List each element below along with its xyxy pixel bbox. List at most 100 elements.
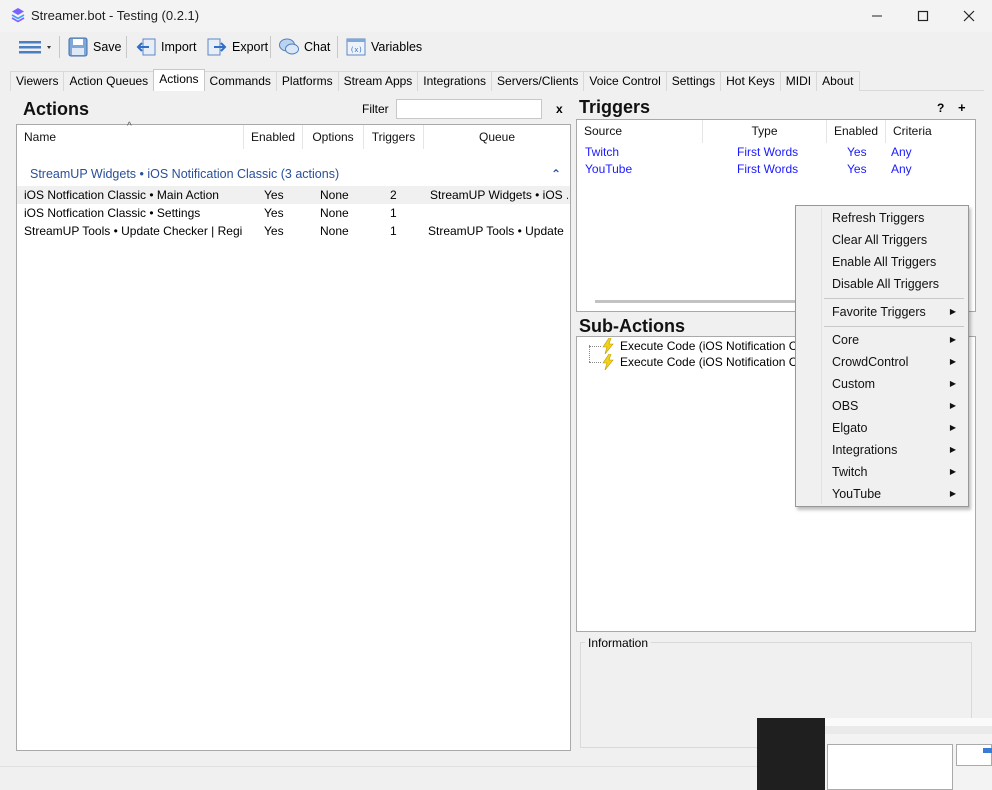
- tab-stream-apps[interactable]: Stream Apps: [337, 71, 419, 91]
- table-row[interactable]: Twitch First Words Yes Any: [577, 144, 975, 161]
- column-triggers[interactable]: Triggers: [364, 125, 424, 149]
- column-enabled[interactable]: Enabled: [244, 125, 303, 149]
- tab-about[interactable]: About: [816, 71, 860, 91]
- menu-item-youtube[interactable]: YouTube ▶: [798, 483, 966, 505]
- column-criteria[interactable]: Criteria: [886, 120, 975, 143]
- menu-item-clear-all-triggers[interactable]: Clear All Triggers: [798, 229, 966, 251]
- menu-item-twitch[interactable]: Twitch ▶: [798, 461, 966, 483]
- menu-item-label: YouTube: [832, 487, 882, 501]
- menu-item-custom[interactable]: Custom ▶: [798, 373, 966, 395]
- tab-hot-keys[interactable]: Hot Keys: [720, 71, 781, 91]
- submenu-arrow-icon: ▶: [949, 489, 956, 498]
- triggers-heading: Triggers: [579, 97, 651, 117]
- column-trigger-enabled[interactable]: Enabled: [827, 120, 886, 143]
- menu-item-label: Integrations: [832, 443, 898, 457]
- menu-item-refresh-triggers[interactable]: Refresh Triggers: [798, 207, 966, 229]
- svg-text:(x): (x): [350, 46, 363, 54]
- action-name: iOS Notfication Classic • Settings: [24, 206, 201, 220]
- tab-servers-clients[interactable]: Servers/Clients: [491, 71, 585, 91]
- column-queue[interactable]: Queue: [424, 125, 570, 149]
- menu-separator: [824, 326, 964, 327]
- export-button[interactable]: Export: [203, 34, 271, 60]
- maximize-button[interactable]: [900, 0, 946, 32]
- menu-item-label: Twitch: [832, 465, 868, 479]
- add-trigger-button[interactable]: +: [958, 100, 966, 115]
- menu-item-enable-all-triggers[interactable]: Enable All Triggers: [798, 251, 966, 273]
- minimize-button[interactable]: [854, 0, 900, 32]
- filter-input[interactable]: [396, 99, 542, 119]
- menu-item-elgato[interactable]: Elgato ▶: [798, 417, 966, 439]
- window-thumbnail-preview[interactable]: [757, 718, 992, 790]
- menu-item-label: Favorite Triggers: [832, 305, 926, 319]
- tab-action-queues[interactable]: Action Queues: [63, 71, 155, 91]
- toolbar-separator: [126, 36, 127, 58]
- close-button[interactable]: [946, 0, 992, 32]
- import-button[interactable]: Import: [132, 34, 199, 60]
- submenu-arrow-icon: ▶: [949, 357, 956, 366]
- save-button[interactable]: Save: [64, 34, 125, 60]
- action-triggers: 1: [390, 224, 397, 238]
- tab-voice-control[interactable]: Voice Control: [583, 71, 667, 91]
- action-enabled: Yes: [264, 224, 284, 238]
- actions-list[interactable]: Name ^ Enabled Options Triggers Queue St…: [16, 121, 571, 751]
- tab-commands[interactable]: Commands: [203, 71, 277, 91]
- table-row[interactable]: StreamUP Tools • Update Checker | Regist…: [17, 222, 570, 240]
- tab-platforms[interactable]: Platforms: [275, 71, 339, 91]
- triggers-context-menu: Refresh Triggers Clear All Triggers Enab…: [795, 205, 969, 507]
- menu-item-label: OBS: [832, 399, 859, 413]
- menu-item-label: Elgato: [832, 421, 868, 435]
- menu-list-icon: [19, 41, 51, 54]
- variables-label: Variables: [371, 40, 423, 54]
- menu-item-crowdcontrol[interactable]: CrowdControl ▶: [798, 351, 966, 373]
- tab-integrations[interactable]: Integrations: [417, 71, 493, 91]
- thumbnail-highlight: [983, 748, 992, 753]
- streamerbot-logo-icon: [11, 8, 25, 23]
- menu-item-label: Core: [832, 333, 860, 347]
- menu-item-disable-all-triggers[interactable]: Disable All Triggers: [798, 273, 966, 295]
- tab-actions[interactable]: Actions: [153, 69, 205, 91]
- action-enabled: Yes: [264, 206, 284, 220]
- window-title: Streamer.bot - Testing (0.2.1): [31, 8, 200, 23]
- table-row[interactable]: iOS Notfication Classic • Main Action Ye…: [17, 186, 570, 204]
- action-queue: StreamUP Tools • Update ...: [428, 224, 568, 238]
- information-label: Information: [585, 636, 652, 650]
- collapse-group-icon[interactable]: ⌃: [551, 167, 561, 181]
- column-options[interactable]: Options: [303, 125, 364, 149]
- tab-viewers[interactable]: Viewers: [10, 71, 65, 91]
- export-label: Export: [232, 40, 269, 54]
- thumbnail-image: [825, 718, 992, 790]
- close-icon: [963, 10, 975, 22]
- sub-action-item[interactable]: Execute Code (iOS Notification Classic: [601, 338, 827, 354]
- menu-item-integrations[interactable]: Integrations ▶: [798, 439, 966, 461]
- column-type[interactable]: Type: [703, 120, 827, 143]
- chat-icon: [279, 38, 299, 55]
- action-group-title[interactable]: StreamUP Widgets • iOS Notification Clas…: [30, 167, 339, 181]
- action-queue: StreamUP Widgets • iOS ...: [430, 188, 568, 202]
- action-options: None: [320, 188, 349, 202]
- lightning-icon: [602, 338, 614, 354]
- table-row[interactable]: YouTube First Words Yes Any: [577, 161, 975, 178]
- table-row[interactable]: iOS Notfication Classic • Settings Yes N…: [17, 204, 570, 222]
- tree-line: [589, 346, 601, 347]
- menu-item-obs[interactable]: OBS ▶: [798, 395, 966, 417]
- variables-button[interactable]: (x) Variables: [342, 34, 425, 60]
- tab-midi[interactable]: MIDI: [779, 71, 818, 91]
- action-enabled: Yes: [264, 188, 284, 202]
- column-source[interactable]: Source: [577, 120, 703, 143]
- menu-item-favorite-triggers[interactable]: Favorite Triggers ▶: [798, 301, 966, 323]
- submenu-arrow-icon: ▶: [949, 379, 956, 388]
- submenu-arrow-icon: ▶: [949, 467, 956, 476]
- submenu-arrow-icon: ▶: [949, 335, 956, 344]
- trigger-type: First Words: [737, 145, 799, 159]
- tab-settings[interactable]: Settings: [665, 71, 722, 91]
- import-label: Import: [161, 40, 197, 54]
- chat-button[interactable]: Chat: [275, 34, 333, 60]
- save-icon: [68, 37, 88, 57]
- horizontal-scrollbar[interactable]: [595, 300, 805, 303]
- menu-dropdown-button[interactable]: [14, 34, 56, 60]
- clear-filter-button[interactable]: x: [556, 102, 563, 116]
- sub-action-item[interactable]: Execute Code (iOS Notification Classic: [601, 354, 827, 370]
- menu-item-core[interactable]: Core ▶: [798, 329, 966, 351]
- submenu-arrow-icon: ▶: [949, 445, 956, 454]
- triggers-help-button[interactable]: ?: [937, 101, 944, 115]
